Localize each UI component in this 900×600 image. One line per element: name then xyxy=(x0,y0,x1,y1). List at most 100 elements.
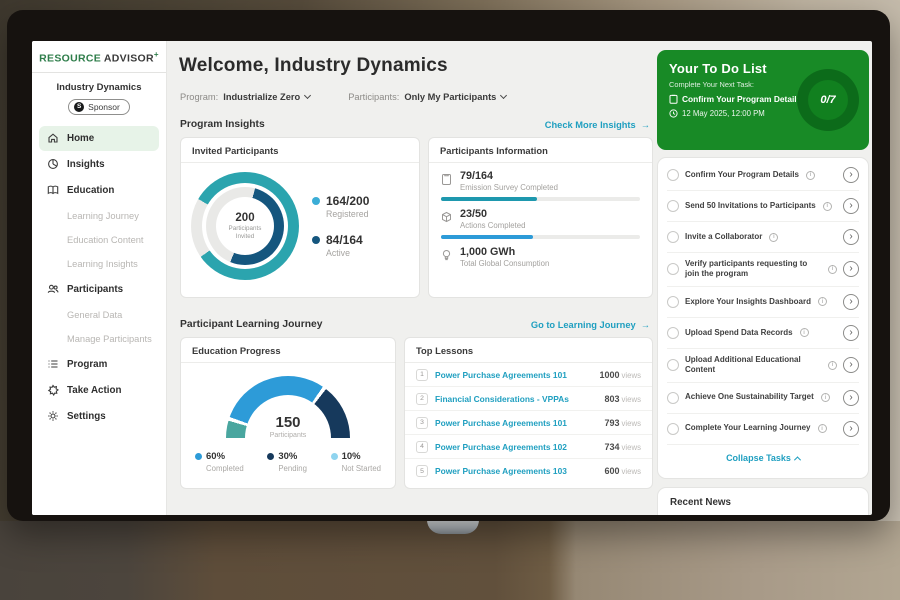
task-checkbox[interactable] xyxy=(667,169,679,181)
lesson-title-link[interactable]: Power Purchase Agreements 102 xyxy=(435,442,567,452)
task-checkbox[interactable] xyxy=(667,327,679,339)
program-dropdown[interactable]: Program: Industrialize Zero xyxy=(180,92,310,102)
legend-label: Registered xyxy=(326,209,369,219)
app-logo: RESOURCE ADVISOR+ xyxy=(32,41,166,65)
lesson-rank: 4 xyxy=(416,441,428,453)
task-row-complete-learning-journey[interactable]: Complete Your Learning Journey i › xyxy=(667,414,859,445)
task-chevron-button[interactable]: › xyxy=(843,167,859,183)
legend-label: Pending xyxy=(278,464,307,473)
todo-progress-ring: 0/7 xyxy=(797,69,859,131)
legend-item-registered: 164/200 Registered xyxy=(312,194,369,219)
task-checkbox[interactable] xyxy=(667,423,679,435)
education-legend: 60% Completed 30% Pending 10% Not Starte… xyxy=(181,439,395,473)
task-chevron-button[interactable]: › xyxy=(843,421,859,437)
sidebar-item-education-content[interactable]: Education Content xyxy=(32,228,166,252)
sidebar-item-education[interactable]: Education xyxy=(39,178,159,203)
logo-resource: RESOURCE xyxy=(39,53,101,65)
dashboard-screen: RESOURCE ADVISOR+ Industry Dynamics S Sp… xyxy=(32,41,872,515)
task-row-achieve-target[interactable]: Achieve One Sustainability Target i › xyxy=(667,383,859,414)
task-label: Verify participants requesting to join t… xyxy=(685,259,821,280)
program-insights-header: Program Insights Check More Insights → xyxy=(180,119,650,130)
lesson-title-link[interactable]: Financial Considerations - VPPAs xyxy=(435,394,569,404)
sidebar-divider xyxy=(32,72,166,73)
legend-value: 164/200 xyxy=(326,194,369,208)
sidebar-item-general-data[interactable]: General Data xyxy=(32,303,166,327)
logo-plus: + xyxy=(154,50,159,59)
sidebar-item-label: Education Content xyxy=(67,235,144,245)
participants-dropdown-value: Only My Participants xyxy=(404,92,496,102)
participants-dropdown[interactable]: Participants: Only My Participants xyxy=(348,92,506,102)
task-label: Send 50 Invitations to Participants xyxy=(685,201,816,211)
lesson-title-link[interactable]: Power Purchase Agreements 101 xyxy=(435,418,567,428)
task-label: Upload Spend Data Records xyxy=(685,328,793,338)
participants-information-card: Participants Information 79/164 Emission… xyxy=(428,137,653,298)
task-chevron-button[interactable]: › xyxy=(843,198,859,214)
monitor-stand xyxy=(427,520,479,534)
sponsor-badge[interactable]: S Sponsor xyxy=(68,99,130,115)
program-icon xyxy=(47,358,59,370)
sidebar-item-manage-participants[interactable]: Manage Participants xyxy=(32,327,166,351)
go-to-learning-journey-link[interactable]: Go to Learning Journey → xyxy=(531,320,650,330)
task-checkbox[interactable] xyxy=(667,392,679,404)
sidebar-item-participants[interactable]: Participants xyxy=(39,277,159,302)
task-row-explore-insights[interactable]: Explore Your Insights Dashboard i › xyxy=(667,287,859,318)
lesson-rank: 3 xyxy=(416,417,428,429)
home-icon xyxy=(47,132,59,144)
task-chevron-button[interactable]: › xyxy=(843,229,859,245)
chevron-down-icon xyxy=(500,92,507,99)
task-chevron-button[interactable]: › xyxy=(843,294,859,310)
lesson-row: 1 Power Purchase Agreements 101 1000view… xyxy=(405,363,652,387)
todo-hero-card: Your To Do List Complete Your Next Task:… xyxy=(657,50,869,150)
task-row-upload-educational-content[interactable]: Upload Additional Educational Content i … xyxy=(667,349,859,383)
take-action-icon xyxy=(47,384,59,396)
task-row-upload-spend-data[interactable]: Upload Spend Data Records i › xyxy=(667,318,859,349)
org-name: Industry Dynamics xyxy=(32,82,166,93)
legend-value: 84/164 xyxy=(326,233,363,247)
task-checkbox[interactable] xyxy=(667,231,679,243)
lesson-title-link[interactable]: Power Purchase Agreements 103 xyxy=(435,466,567,476)
sidebar-item-label: Home xyxy=(67,133,94,144)
task-chevron-button[interactable]: › xyxy=(843,325,859,341)
task-checkbox[interactable] xyxy=(667,296,679,308)
check-more-insights-link[interactable]: Check More Insights → xyxy=(545,120,650,130)
task-row-verify-participants[interactable]: Verify participants requesting to join t… xyxy=(667,253,859,287)
sidebar-item-settings[interactable]: Settings xyxy=(39,404,159,429)
sidebar-item-program[interactable]: Program xyxy=(39,352,159,377)
legend-value: 60% xyxy=(206,451,225,462)
task-chevron-button[interactable]: › xyxy=(843,357,859,373)
collapse-tasks-link[interactable]: Collapse Tasks xyxy=(667,445,859,467)
task-chevron-button[interactable]: › xyxy=(843,390,859,406)
info-icon: i xyxy=(800,328,809,337)
legend-item-active: 84/164 Active xyxy=(312,233,369,258)
sidebar-item-insights[interactable]: Insights xyxy=(39,152,159,177)
task-checkbox[interactable] xyxy=(667,263,679,275)
task-chevron-button[interactable]: › xyxy=(843,261,859,277)
task-label: Confirm Your Program Details xyxy=(685,170,799,180)
recent-news-title: Recent News xyxy=(670,497,731,508)
page-title: Welcome, Industry Dynamics xyxy=(179,55,448,77)
task-checkbox[interactable] xyxy=(667,359,679,371)
sidebar-nav: Home Insights Education Learning Journey… xyxy=(32,126,166,429)
education-progress-card: Education Progress 150 Participants 60% … xyxy=(180,337,396,489)
stat-value: 79/164 xyxy=(460,170,558,182)
sidebar-item-label: Manage Participants xyxy=(67,334,152,344)
sidebar-item-learning-insights[interactable]: Learning Insights xyxy=(32,252,166,276)
stat-emission-survey: 79/164 Emission Survey Completed xyxy=(429,163,652,201)
lesson-title-link[interactable]: Power Purchase Agreements 101 xyxy=(435,370,567,380)
gauge-center-label: Participants xyxy=(226,432,350,439)
task-checkbox[interactable] xyxy=(667,200,679,212)
task-row-confirm-program[interactable]: Confirm Your Program Details i › xyxy=(667,160,859,191)
sidebar-item-take-action[interactable]: Take Action xyxy=(39,378,159,403)
stat-label: Actions Completed xyxy=(460,221,525,230)
clock-icon xyxy=(669,109,678,118)
sidebar-item-home[interactable]: Home xyxy=(39,126,159,151)
task-row-invite-collaborator[interactable]: Invite a Collaborator i › xyxy=(667,222,859,253)
task-row-send-invitations[interactable]: Send 50 Invitations to Participants i › xyxy=(667,191,859,222)
learning-journey-header: Participant Learning Journey Go to Learn… xyxy=(180,319,650,330)
stat-global-consumption: 1,000 GWh Total Global Consumption xyxy=(429,239,652,268)
sidebar-item-label: Participants xyxy=(67,284,123,295)
sidebar-item-learning-journey[interactable]: Learning Journey xyxy=(32,204,166,228)
link-label: Go to Learning Journey xyxy=(531,320,636,330)
not-started-dot-icon xyxy=(331,453,338,460)
arrow-right-icon: → xyxy=(641,320,650,330)
